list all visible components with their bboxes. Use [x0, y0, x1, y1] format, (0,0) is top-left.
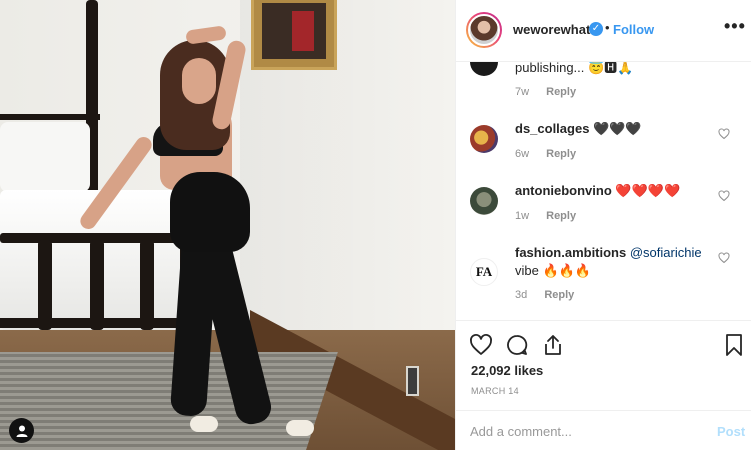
comment-avatar[interactable] [470, 187, 498, 215]
comment-body: ❤️❤️❤️❤️ [615, 183, 681, 198]
comment-age: 1w [515, 210, 530, 222]
verified-badge-icon: ✓ [589, 22, 603, 36]
figure-arm [185, 25, 227, 45]
like-comment-heart-icon[interactable] [718, 252, 730, 264]
comment-text: ds_collages 🖤🖤🖤 [515, 120, 715, 138]
comment-bubble-icon[interactable] [505, 333, 529, 357]
reply-button[interactable]: Reply [544, 289, 574, 301]
comment-meta: 7w Reply [515, 86, 590, 98]
reply-button[interactable]: Reply [546, 210, 576, 222]
wall-outlet [406, 366, 419, 396]
comment-text: publishing... 😇🅷🙏 [515, 62, 634, 75]
figure-shoe [190, 416, 218, 432]
comment-username[interactable]: fashion.ambitions [515, 245, 626, 260]
comment-input[interactable] [470, 421, 690, 441]
comment-meta: 6w Reply [515, 148, 590, 160]
post-side-panel: weworewhat ✓ • Follow ••• publishing... … [455, 0, 751, 450]
post-actions: 22,092 likes MARCH 14 [456, 320, 751, 410]
like-comment-heart-icon[interactable] [718, 128, 730, 140]
comment-username[interactable]: ds_collages [515, 121, 589, 136]
comment-age: 6w [515, 148, 530, 160]
post-photo[interactable] [0, 0, 455, 450]
reply-button[interactable]: Reply [546, 148, 576, 160]
comment-avatar[interactable]: FA [470, 258, 498, 286]
post-date[interactable]: MARCH 14 [471, 386, 519, 396]
bed-spindle [38, 240, 52, 330]
more-options-icon[interactable]: ••• [724, 16, 746, 37]
separator-dot: • [605, 20, 610, 35]
wall-painting [251, 0, 337, 70]
comment-age: 7w [515, 86, 530, 98]
comment-avatar[interactable] [470, 62, 498, 76]
person-icon [16, 425, 27, 437]
bed-headboard-rail [0, 114, 100, 120]
comment-avatar[interactable] [470, 125, 498, 153]
add-comment-bar: Post [456, 410, 751, 450]
author-username[interactable]: weworewhat [513, 22, 590, 37]
rug [0, 352, 338, 450]
figure-face [182, 58, 216, 104]
comment-body: 🖤🖤🖤 [593, 121, 642, 136]
comment-mention[interactable]: @sofiarichie [630, 245, 702, 260]
comment-text: fashion.ambitions @sofiarichie vibe 🔥🔥🔥 [515, 244, 715, 280]
comment-age: 3d [515, 289, 528, 301]
comment-meta: 1w Reply [515, 210, 590, 222]
bed-pillow [0, 122, 90, 192]
like-count[interactable]: 22,092 likes [471, 363, 543, 378]
figure-shoe [286, 420, 314, 436]
comment-username[interactable]: antoniebonvino [515, 183, 612, 198]
post-comment-button[interactable]: Post [717, 424, 745, 439]
avatar[interactable] [466, 12, 502, 48]
comment-list[interactable]: publishing... 😇🅷🙏 7w Reply ds_collages 🖤… [456, 62, 751, 320]
reply-button[interactable]: Reply [546, 86, 576, 98]
bed-spindle [140, 240, 154, 330]
bed-spindle [90, 240, 104, 330]
user-tags-button[interactable] [9, 418, 34, 443]
comment-text: antoniebonvino ❤️❤️❤️❤️ [515, 182, 715, 200]
follow-button[interactable]: Follow [613, 22, 654, 37]
share-icon[interactable] [541, 333, 565, 357]
post-header: weworewhat ✓ • Follow ••• [456, 0, 751, 62]
like-comment-heart-icon[interactable] [718, 190, 730, 202]
like-heart-icon[interactable] [469, 333, 493, 357]
comment-meta: 3d Reply [515, 289, 588, 301]
bookmark-icon[interactable] [722, 333, 746, 357]
figure-tights [170, 172, 250, 252]
comment-body: vibe 🔥🔥🔥 [515, 263, 592, 278]
